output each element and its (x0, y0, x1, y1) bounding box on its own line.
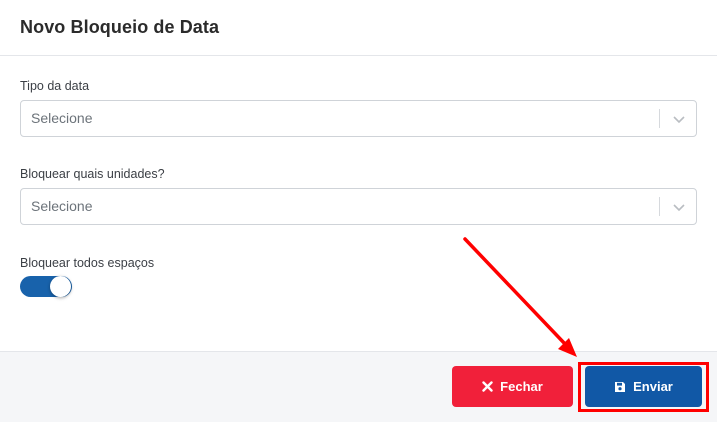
select-separator (659, 109, 660, 128)
send-button-label: Enviar (633, 379, 673, 394)
unidades-select[interactable]: Selecione (20, 188, 697, 225)
todos-espacos-toggle[interactable] (20, 276, 72, 297)
unidades-label: Bloquear quais unidades? (20, 167, 165, 181)
tipo-data-value: Selecione (31, 110, 93, 126)
chevron-down-icon[interactable] (671, 199, 687, 215)
tipo-data-select[interactable]: Selecione (20, 100, 697, 137)
times-icon (482, 381, 493, 392)
modal-body: Tipo da data Selecione Bloquear quais un… (0, 56, 717, 351)
close-button[interactable]: Fechar (452, 366, 573, 407)
close-button-label: Fechar (500, 379, 543, 394)
select-separator (659, 197, 660, 216)
floppy-disk-icon (614, 381, 626, 393)
unidades-value: Selecione (31, 198, 93, 214)
tipo-data-label: Tipo da data (20, 79, 90, 93)
chevron-down-icon[interactable] (671, 111, 687, 127)
todos-espacos-label: Bloquear todos espaços (20, 256, 155, 270)
modal-footer: Fechar Enviar (0, 351, 717, 422)
modal-header: Novo Bloqueio de Data (0, 0, 717, 56)
send-button[interactable]: Enviar (585, 366, 702, 407)
modal-title: Novo Bloqueio de Data (20, 17, 220, 37)
new-date-block-modal: Novo Bloqueio de Data Tipo da data Selec… (0, 0, 717, 422)
toggle-knob[interactable] (50, 276, 71, 297)
